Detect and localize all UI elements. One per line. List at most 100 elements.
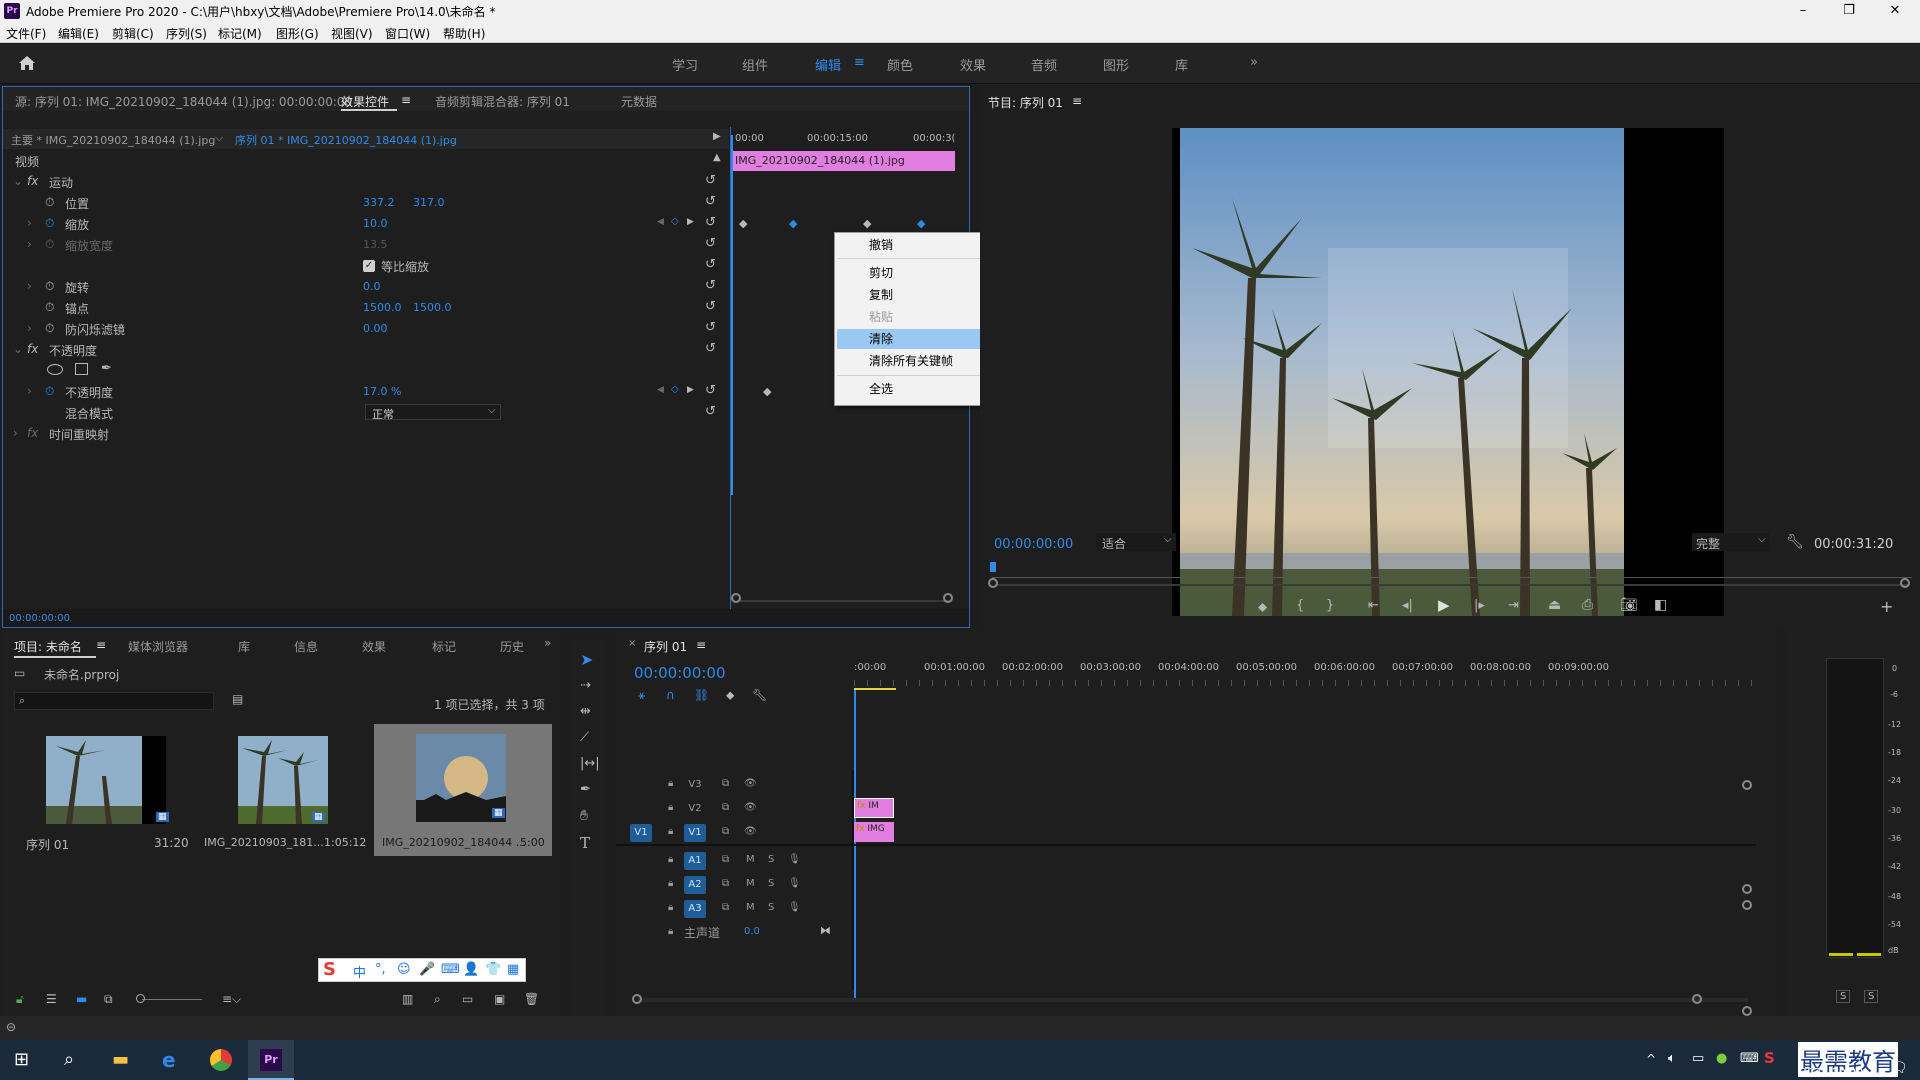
zoom-handle-left[interactable] bbox=[988, 578, 998, 588]
new-bin-from-search-icon[interactable]: ▤ bbox=[232, 692, 243, 706]
panel-menu-icon[interactable]: ≡ bbox=[1072, 94, 1082, 108]
rectangle-mask-icon[interactable] bbox=[75, 363, 88, 375]
tab-effect-controls[interactable]: 效果控件 bbox=[341, 93, 389, 110]
icon-view-icon[interactable]: ▬ bbox=[76, 992, 87, 1006]
program-monitor-title[interactable]: 节目: 序列 01 bbox=[988, 94, 1063, 111]
zoom-handle-right[interactable] bbox=[1900, 578, 1910, 588]
track-label[interactable]: V3 bbox=[684, 776, 706, 794]
skin-icon[interactable]: 👕 bbox=[485, 962, 501, 977]
next-keyframe-icon[interactable]: ▶ bbox=[687, 385, 694, 395]
timeline-h-scrollbar[interactable] bbox=[638, 998, 1748, 1002]
mark-in-icon[interactable]: { bbox=[1296, 598, 1304, 613]
lock-icon[interactable]: 🔓︎ bbox=[16, 992, 24, 1007]
menu-sequence[interactable]: 序列(S) bbox=[166, 25, 207, 42]
program-ruler[interactable] bbox=[992, 566, 1912, 578]
menu-marker[interactable]: 标记(M) bbox=[218, 25, 262, 42]
scroll-up-icon[interactable]: ▲ bbox=[713, 152, 721, 163]
track-label[interactable]: V2 bbox=[684, 800, 706, 818]
pen-mask-icon[interactable]: ✒ bbox=[101, 361, 112, 376]
zoom-slider-handle[interactable] bbox=[136, 994, 145, 1003]
lock-icon[interactable]: 🔒︎ bbox=[668, 878, 673, 889]
reset-icon[interactable]: ↺ bbox=[705, 173, 716, 188]
timeline-settings-icon[interactable]: 🔧︎ bbox=[752, 688, 767, 702]
menu-graphics[interactable]: 图形(G) bbox=[276, 25, 319, 42]
tab-info[interactable]: 信息 bbox=[294, 638, 318, 655]
menu-view[interactable]: 视图(V) bbox=[331, 25, 373, 42]
maximize-button[interactable]: ❐ bbox=[1826, 0, 1872, 22]
tab-libraries[interactable]: 库 bbox=[238, 638, 250, 655]
master-value[interactable]: 0.0 bbox=[744, 926, 760, 937]
track-label[interactable]: A1 bbox=[684, 852, 706, 870]
reset-icon[interactable]: ↺ bbox=[705, 236, 716, 251]
add-marker-icon[interactable]: ⬥ bbox=[1258, 600, 1267, 615]
sync-lock-icon[interactable]: ⧉ bbox=[722, 878, 729, 889]
microphone-icon[interactable]: 🎙︎ bbox=[788, 854, 801, 865]
close-button[interactable]: ✕ bbox=[1872, 0, 1918, 22]
sync-lock-icon[interactable]: ⧉ bbox=[722, 826, 729, 837]
position-x-value[interactable]: 337.2 bbox=[363, 196, 395, 209]
lock-icon[interactable]: 🔒︎ bbox=[668, 902, 673, 913]
v-scroll-handle[interactable] bbox=[1742, 780, 1752, 790]
reset-icon[interactable]: ↺ bbox=[705, 194, 716, 209]
edge-browser-icon[interactable]: e bbox=[162, 1048, 176, 1072]
list-view-icon[interactable]: ☰ bbox=[46, 992, 57, 1006]
clear-icon[interactable]: 🗑︎ bbox=[524, 992, 539, 1006]
scale-keyframe-selected[interactable]: ◆ bbox=[789, 217, 797, 230]
reset-icon[interactable]: ↺ bbox=[705, 257, 716, 272]
timeline-ruler[interactable]: :00:00 00:01:00:00 00:02:00:00 00:03:00:… bbox=[854, 660, 1754, 694]
reset-icon[interactable]: ↺ bbox=[705, 215, 716, 230]
workspace-assembly[interactable]: 组件 bbox=[742, 55, 768, 74]
project-item-sequence[interactable]: ▦ 序列 01 31:20 bbox=[16, 730, 189, 856]
emoji-icon[interactable]: ☺ bbox=[397, 962, 411, 977]
play-only-icon[interactable]: ▶ bbox=[713, 131, 721, 142]
reset-icon[interactable]: ↺ bbox=[705, 278, 716, 293]
toolbox-icon[interactable]: ▦ bbox=[507, 962, 519, 977]
a-scroll-handle[interactable] bbox=[1742, 900, 1752, 910]
tab-sequence[interactable]: 序列 01 bbox=[644, 638, 687, 655]
panel-menu-icon[interactable]: ≡ bbox=[696, 638, 706, 652]
menu-window[interactable]: 窗口(W) bbox=[385, 25, 430, 42]
project-item-clip[interactable]: ▦ IMG_20210903_181... 1:05:12 bbox=[196, 730, 366, 856]
close-sequence-icon[interactable]: × bbox=[628, 638, 636, 649]
reset-icon[interactable]: ↺ bbox=[705, 404, 716, 419]
ellipse-mask-icon[interactable] bbox=[47, 364, 63, 375]
scale-keyframe[interactable]: ◆ bbox=[917, 217, 925, 230]
lock-icon[interactable]: 🔒︎ bbox=[668, 926, 673, 937]
master-clip-label[interactable]: 主要 * IMG_20210902_184044 (1).jpg bbox=[11, 132, 215, 148]
sort-icon[interactable]: ≡⌵ bbox=[222, 992, 241, 1007]
menu-file[interactable]: 文件(F) bbox=[6, 25, 46, 42]
program-timecode[interactable]: 00:00:00:00 bbox=[994, 537, 1073, 552]
expand-chevron-icon[interactable]: › bbox=[27, 321, 32, 335]
expand-chevron-icon[interactable]: › bbox=[27, 384, 32, 398]
track-select-tool-icon[interactable]: ⇢ bbox=[580, 678, 591, 693]
ime-chinese-mode[interactable]: 中 bbox=[353, 962, 366, 981]
lock-icon[interactable]: 🔒︎ bbox=[668, 778, 673, 789]
add-keyframe-icon[interactable]: ◇ bbox=[671, 384, 679, 395]
more-tabs-icon[interactable]: » bbox=[544, 636, 551, 650]
track-label[interactable]: A2 bbox=[684, 876, 706, 894]
prev-keyframe-icon[interactable]: ◀ bbox=[657, 385, 664, 395]
rotation-value[interactable]: 0.0 bbox=[363, 280, 381, 293]
stopwatch-active-icon[interactable]: ⏱ bbox=[45, 216, 54, 231]
quality-dropdown[interactable]: 完整 ⌵ bbox=[1692, 533, 1770, 551]
ec-zoom-scrollbar[interactable] bbox=[737, 600, 951, 602]
sync-lock-icon[interactable]: ⧉ bbox=[722, 802, 729, 813]
zoom-slider[interactable] bbox=[142, 999, 202, 1000]
stopwatch-icon[interactable]: ⏱ bbox=[45, 279, 54, 294]
mute-button[interactable]: M bbox=[746, 854, 755, 865]
eye-icon[interactable]: 👁︎ bbox=[744, 778, 757, 789]
workspace-editing[interactable]: 编辑 bbox=[815, 55, 841, 74]
solo-left-button[interactable]: S bbox=[1836, 990, 1851, 1003]
hand-tool-icon[interactable]: ✋︎ bbox=[580, 808, 588, 824]
tray-chevron-icon[interactable]: ^ bbox=[1646, 1052, 1656, 1066]
step-back-icon[interactable]: ◂| bbox=[1402, 598, 1413, 613]
next-keyframe-icon[interactable]: ▶ bbox=[687, 217, 694, 227]
wrench-icon[interactable]: 🔧︎ bbox=[1786, 534, 1804, 550]
solo-right-button[interactable]: S bbox=[1864, 990, 1879, 1003]
anchor-y-value[interactable]: 1500.0 bbox=[413, 301, 452, 314]
v-scroll-handle[interactable] bbox=[1742, 884, 1752, 894]
chevron-down-icon[interactable]: ⌵ bbox=[215, 131, 223, 145]
stopwatch-icon[interactable]: ⏱ bbox=[45, 321, 54, 336]
project-search-input[interactable]: ⌕ bbox=[14, 692, 214, 710]
scale-value[interactable]: 10.0 bbox=[363, 217, 388, 230]
